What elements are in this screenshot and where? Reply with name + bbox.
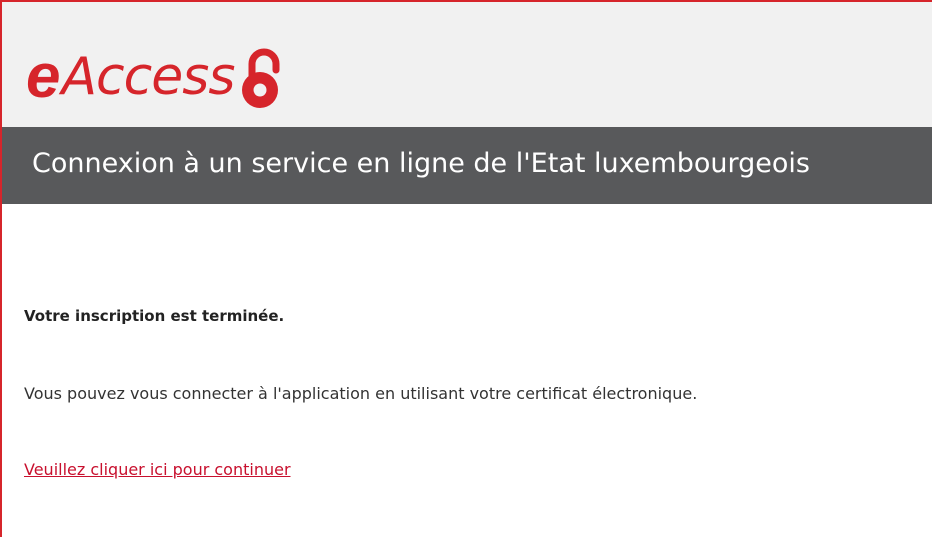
logo-name: Access xyxy=(61,47,235,107)
eaccess-logo: e Access xyxy=(26,28,286,108)
page-title: Connexion à un service en ligne de l'Eta… xyxy=(32,148,810,179)
header-bar: Connexion à un service en ligne de l'Eta… xyxy=(2,127,932,204)
info-message: Vous pouvez vous connecter à l'applicati… xyxy=(24,384,698,403)
padlock-icon xyxy=(242,48,280,108)
main-content: Votre inscription est terminée. Vous pou… xyxy=(24,305,904,479)
logo-prefix: e xyxy=(26,42,60,111)
logo-band: e Access xyxy=(2,2,932,127)
success-heading: Votre inscription est terminée. xyxy=(24,307,285,325)
continue-link[interactable]: Veuillez cliquer ici pour continuer xyxy=(24,459,291,481)
